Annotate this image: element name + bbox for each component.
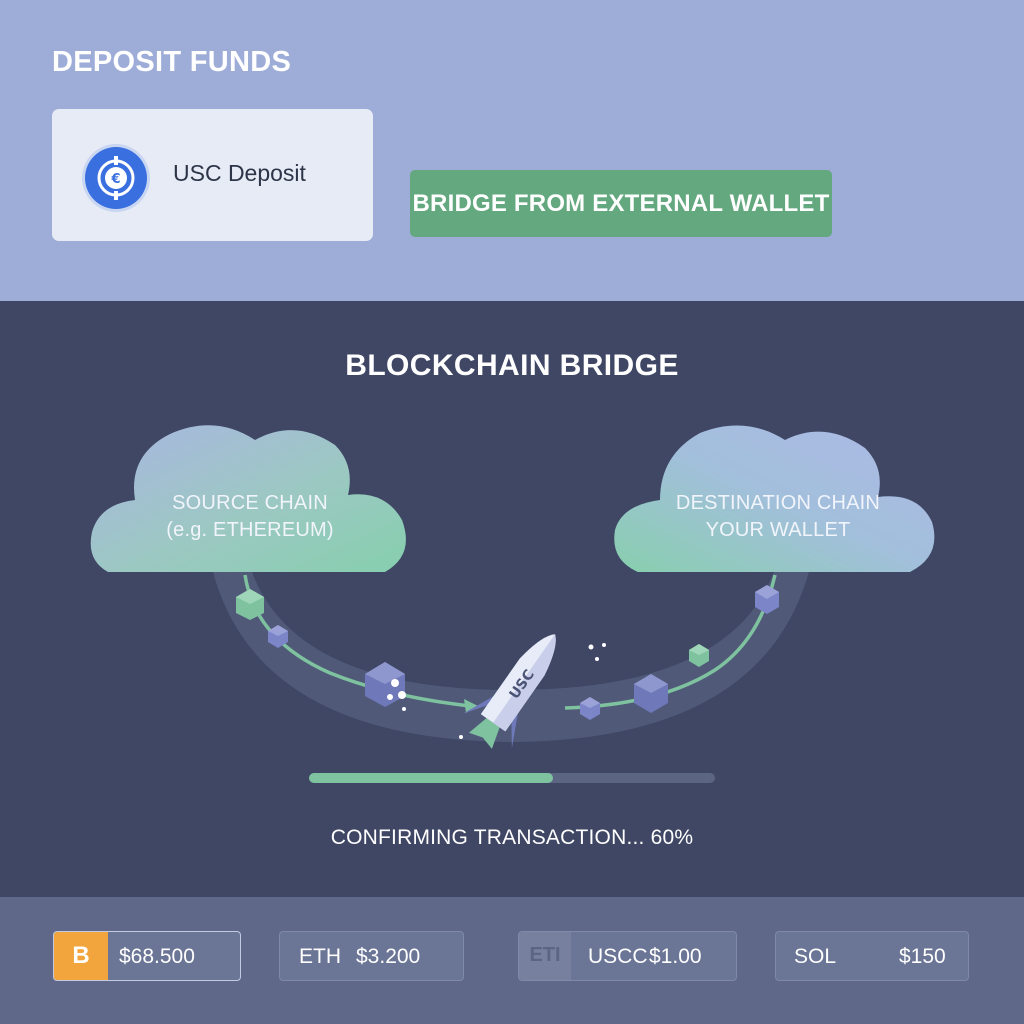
data-particle — [391, 679, 399, 687]
eth-label: ETH — [299, 945, 341, 968]
bitcoin-symbol: B — [72, 942, 90, 969]
source-chain-example: (e.g. ETHEREUM) — [166, 519, 334, 541]
destination-wallet-label: YOUR WALLET — [705, 519, 851, 541]
destination-chain-label: DESTINATION CHAIN YOUR WALLET — [662, 490, 894, 544]
transaction-status-text: CONFIRMING TRANSACTION... 60% — [330, 826, 694, 849]
data-particle — [602, 643, 606, 647]
usdc-price: $1.00 — [649, 945, 702, 968]
btc-price: $68.500 — [119, 945, 195, 968]
data-particle — [588, 644, 594, 650]
usc-deposit-card[interactable]: € USC Deposit — [52, 109, 373, 241]
ticker-usdc[interactable]: ETI USCC $1.00 — [518, 931, 737, 981]
sol-label: SOL — [794, 945, 837, 968]
bridge-from-external-wallet-button[interactable]: BRIDGE FROM EXTERNAL WALLET — [410, 170, 832, 237]
transaction-progress-bar — [309, 773, 715, 783]
eth-price: $3.200 — [356, 945, 421, 968]
usdc-symbol: ETI — [529, 944, 561, 966]
svg-text:€: € — [110, 172, 120, 187]
source-chain-title: SOURCE CHAIN — [172, 492, 328, 514]
bitcoin-icon: B — [54, 932, 108, 980]
price-ticker: B $68.500 ETH $3.200 ETI USCC $1.00 SOL … — [0, 897, 1024, 1024]
page-title: DEPOSIT FUNDS — [52, 46, 292, 78]
deposit-header: DEPOSIT FUNDS € USC Deposit BRIDGE FROM … — [0, 0, 1024, 301]
sol-price: $150 — [899, 945, 946, 968]
data-particle — [459, 735, 463, 739]
euro-coin-icon: € — [85, 147, 147, 209]
ticker-btc[interactable]: B $68.500 — [53, 931, 241, 981]
ticker-sol[interactable]: SOL $150 — [775, 931, 969, 981]
destination-chain-title: DESTINATION CHAIN — [675, 492, 881, 514]
usdc-icon: ETI — [519, 932, 571, 980]
data-particle — [387, 694, 393, 700]
deposit-option-label: USC Deposit — [173, 160, 306, 186]
data-particle — [595, 657, 599, 661]
progress-fill — [309, 773, 553, 783]
usdc-label: USCC — [588, 945, 648, 968]
data-particle — [398, 691, 406, 699]
ticker-eth[interactable]: ETH $3.200 — [279, 931, 464, 981]
data-particle — [402, 707, 406, 711]
source-chain-label: SOURCE CHAIN (e.g. ETHEREUM) — [150, 490, 350, 544]
